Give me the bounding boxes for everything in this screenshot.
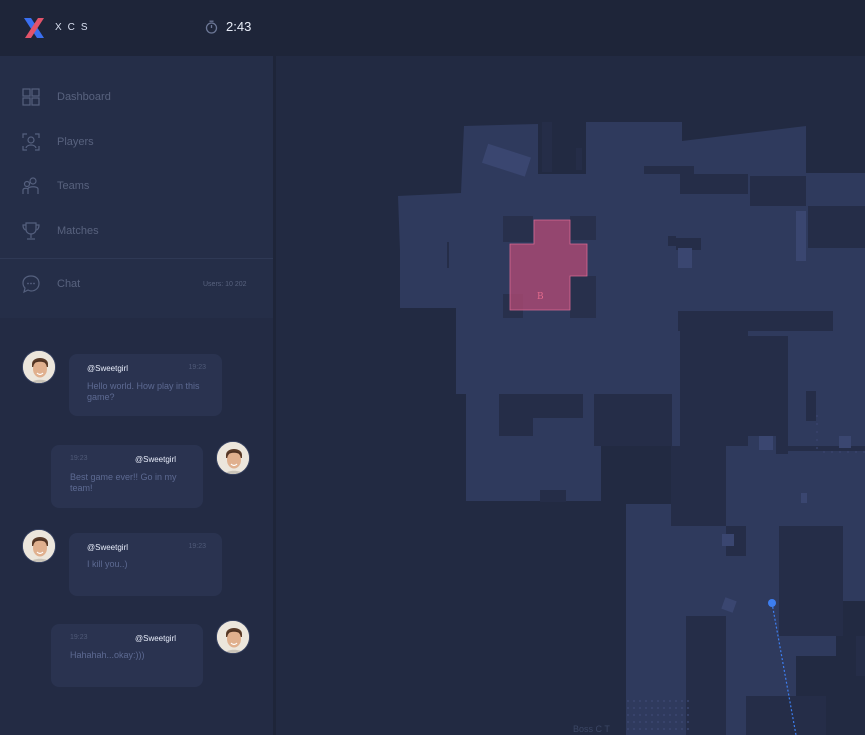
- user-avatar-icon: [217, 442, 249, 474]
- top-bar: XCS 2:43: [0, 0, 865, 56]
- stopwatch-icon: [205, 20, 218, 34]
- nav-label-chat: Chat: [57, 278, 81, 290]
- user-avatar-icon: [23, 530, 55, 562]
- chat-username[interactable]: @Sweetgirl: [135, 455, 176, 464]
- chat-time: 19:23: [188, 364, 206, 371]
- chat-username[interactable]: @Sweetgirl: [135, 634, 176, 643]
- chat-icon: [22, 275, 40, 294]
- chat-username[interactable]: @Sweetgirl: [87, 543, 128, 552]
- nav-item-teams[interactable]: Teams: [22, 175, 89, 197]
- nav-divider: [0, 258, 273, 259]
- sidebar: Dashboard Players Teams Matches Chat Use…: [0, 56, 273, 735]
- site-b-label: B: [537, 292, 544, 302]
- nav-item-chat[interactable]: Chat: [22, 273, 80, 295]
- timer-value: 2:43: [226, 19, 252, 34]
- nav-label-matches: Matches: [57, 225, 99, 237]
- map-area-label: Boss C T: [573, 724, 610, 734]
- xcs-logo-icon[interactable]: [22, 17, 46, 39]
- nav-item-players[interactable]: Players: [22, 131, 94, 153]
- chat-bubble: 19:23 @Sweetgirl Hahahah...okay:))): [51, 624, 203, 687]
- dashboard-icon: [22, 88, 40, 106]
- chat-bubble: 19:23 @Sweetgirl Best game ever!! Go in …: [51, 445, 203, 508]
- nav-item-matches[interactable]: Matches: [22, 220, 99, 242]
- nav-label-players: Players: [57, 136, 94, 148]
- nav-label-teams: Teams: [57, 180, 90, 192]
- user-avatar-icon: [23, 351, 55, 383]
- chat-message-text: I kill you..): [87, 559, 128, 569]
- nav-menu: Dashboard Players Teams Matches Chat Use…: [0, 56, 273, 318]
- chat-time: 19:23: [70, 455, 88, 462]
- chat-bubble: @Sweetgirl 19:23 I kill you..): [69, 533, 222, 596]
- avatar[interactable]: [22, 350, 56, 384]
- game-map[interactable]: B Boss C T: [276, 56, 865, 735]
- chat-time: 19:23: [70, 634, 88, 641]
- chat-message-text: Best game ever!! Go in my team!: [70, 472, 177, 493]
- avatar[interactable]: [216, 620, 250, 654]
- chat-message-text: Hahahah...okay:))): [70, 650, 145, 660]
- avatar[interactable]: [216, 441, 250, 475]
- match-timer: 2:43: [205, 19, 251, 34]
- avatar[interactable]: [22, 529, 56, 563]
- user-avatar-icon: [217, 621, 249, 653]
- chat-time: 19:23: [188, 543, 206, 550]
- chat-users-count: Users: 10 202: [203, 281, 247, 288]
- nav-item-dashboard[interactable]: Dashboard: [22, 86, 111, 108]
- brand-name: XCS: [55, 22, 94, 33]
- players-icon: [22, 133, 40, 151]
- map-floorplan: [276, 56, 865, 735]
- chat-username[interactable]: @Sweetgirl: [87, 364, 128, 373]
- nav-label-dashboard: Dashboard: [57, 91, 111, 103]
- teams-icon: [22, 177, 39, 194]
- trophy-icon: [22, 222, 40, 240]
- chat-message-text: Hello world. How play in this game?: [87, 381, 200, 402]
- player-marker[interactable]: [768, 599, 776, 607]
- chat-bubble: @Sweetgirl 19:23 Hello world. How play i…: [69, 354, 222, 416]
